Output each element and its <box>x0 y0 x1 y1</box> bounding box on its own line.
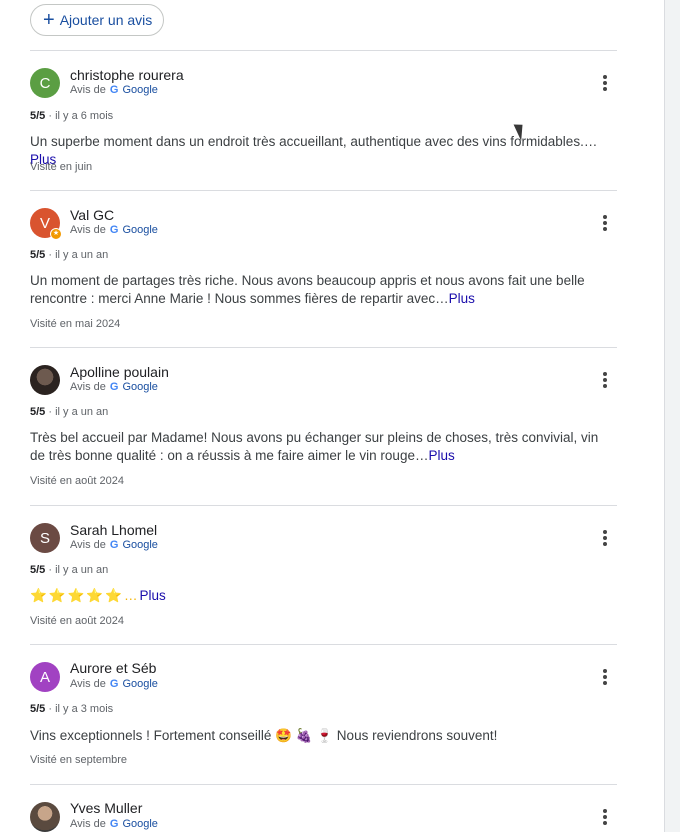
review-text: ⭐⭐⭐⭐⭐…Plus <box>30 588 166 603</box>
plus-icon: + <box>43 9 55 31</box>
avatar[interactable] <box>30 365 60 395</box>
avatar[interactable]: V ★ <box>30 208 62 240</box>
more-options-icon[interactable] <box>595 370 615 390</box>
more-link[interactable]: Plus <box>140 588 166 603</box>
review-item: A Aurore et Séb Avis de G Google 5/5 · i… <box>30 644 617 784</box>
scrollbar-track[interactable] <box>664 0 680 832</box>
google-icon: G <box>109 678 119 690</box>
review-meta: 5/5 · il y a 6 mois <box>30 110 114 122</box>
visited-date: Visité en mai 2024 <box>30 318 121 330</box>
visited-date: Visité en août 2024 <box>30 475 124 487</box>
google-icon: G <box>109 818 119 830</box>
review-source: Avis de G Google <box>70 818 158 830</box>
review-item: C christophe rourera Avis de G Google 5/… <box>30 50 617 190</box>
reviewer-name[interactable]: Sarah Lhomel <box>70 522 157 538</box>
reviewer-name[interactable]: Yves Muller <box>70 800 142 816</box>
review-text: Un moment de partages très riche. Nous a… <box>30 273 585 306</box>
review-item: Apolline poulain Avis de G Google 5/5 · … <box>30 347 617 505</box>
more-options-icon[interactable] <box>595 73 615 93</box>
avatar[interactable] <box>30 802 60 832</box>
review-text: Très bel accueil par Madame! Nous avons … <box>30 430 599 463</box>
more-options-icon[interactable] <box>595 667 615 687</box>
reviewer-name[interactable]: christophe rourera <box>70 67 184 83</box>
more-options-icon[interactable] <box>595 807 615 827</box>
review-meta: 5/5 · il y a un an <box>30 249 109 261</box>
visited-date: Visité en août 2024 <box>30 615 124 627</box>
google-icon: G <box>109 84 119 96</box>
review-text: Vins exceptionnels ! Fortement conseillé… <box>30 728 498 743</box>
google-icon: G <box>109 381 119 393</box>
more-link[interactable]: Plus <box>428 448 454 463</box>
review-text: Un superbe moment dans un endroit très a… <box>30 134 598 167</box>
review-source: Avis de G Google <box>70 678 158 690</box>
avatar[interactable]: S <box>30 523 60 553</box>
reviewer-name[interactable]: Aurore et Séb <box>70 660 156 676</box>
google-icon: G <box>109 224 119 236</box>
review-source: Avis de G Google <box>70 539 158 551</box>
review-source: Avis de G Google <box>70 84 158 96</box>
avatar[interactable]: A <box>30 662 60 692</box>
visited-date: Visité en juin <box>30 161 93 173</box>
review-meta: 5/5 · il y a 3 mois <box>30 703 114 715</box>
review-meta: 5/5 · il y a un an <box>30 406 109 418</box>
more-link[interactable]: Plus <box>449 291 475 306</box>
visited-date: Visité en septembre <box>30 754 128 766</box>
more-options-icon[interactable] <box>595 213 615 233</box>
review-item: Yves Muller Avis de G Google <box>30 784 617 832</box>
review-item: V ★ Val GC Avis de G Google 5/5 · il y a … <box>30 190 617 347</box>
add-review-button[interactable]: + Ajouter un avis <box>30 4 164 36</box>
review-item: S Sarah Lhomel Avis de G Google 5/5 · il… <box>30 505 617 644</box>
review-source: Avis de G Google <box>70 224 158 236</box>
review-source: Avis de G Google <box>70 381 158 393</box>
google-icon: G <box>109 539 119 551</box>
reviewer-name[interactable]: Val GC <box>70 207 114 223</box>
local-guide-badge-icon: ★ <box>50 228 62 240</box>
reviewer-name[interactable]: Apolline poulain <box>70 364 169 380</box>
avatar[interactable]: C <box>30 68 60 98</box>
more-options-icon[interactable] <box>595 528 615 548</box>
review-meta: 5/5 · il y a un an <box>30 564 109 576</box>
add-review-label: Ajouter un avis <box>59 12 153 28</box>
